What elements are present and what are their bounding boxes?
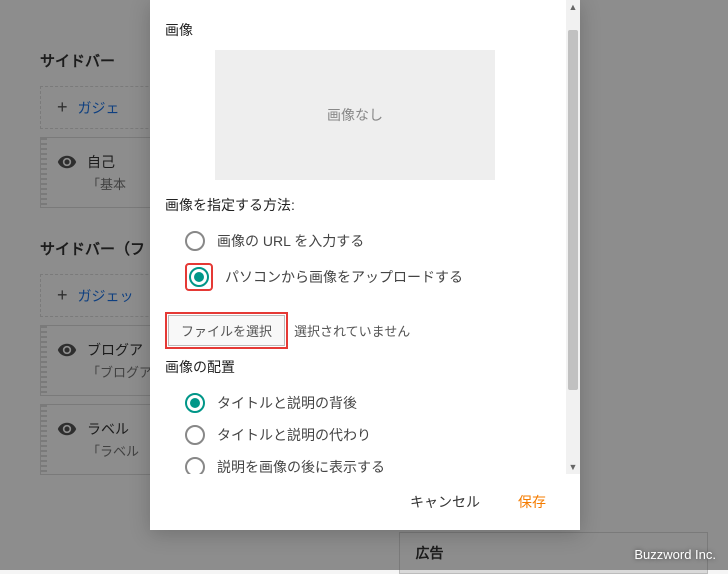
radio-icon [185, 425, 205, 445]
scroll-down-icon[interactable]: ▼ [568, 460, 578, 474]
placement-option-instead[interactable]: タイトルと説明の代わり [185, 419, 550, 451]
image-config-modal: 画像 画像なし 画像を指定する方法: 画像の URL を入力する パソコンから画… [150, 0, 580, 530]
watermark: Buzzword Inc. [634, 547, 716, 562]
choose-file-button[interactable]: ファイルを選択 [168, 315, 285, 346]
scrollbar-thumb[interactable] [568, 30, 578, 390]
radio-label: 説明を画像の後に表示する [217, 457, 385, 474]
image-label: 画像 [165, 20, 550, 40]
placement-option-behind[interactable]: タイトルと説明の背後 [185, 387, 550, 419]
modal-footer: キャンセル 保存 [150, 474, 580, 530]
radio-icon [185, 457, 205, 474]
method-label: 画像を指定する方法: [165, 195, 550, 215]
scroll-up-icon[interactable]: ▲ [568, 0, 578, 14]
radio-label: パソコンから画像をアップロードする [225, 267, 463, 287]
placement-label: 画像の配置 [165, 357, 550, 377]
radio-label: タイトルと説明の背後 [217, 393, 357, 413]
radio-label: 画像の URL を入力する [217, 231, 364, 251]
file-status-text: 選択されていません [294, 321, 410, 340]
save-button[interactable]: 保存 [514, 486, 550, 518]
image-placeholder-text: 画像なし [327, 105, 383, 125]
modal-body: 画像 画像なし 画像を指定する方法: 画像の URL を入力する パソコンから画… [150, 0, 580, 474]
image-placeholder: 画像なし [215, 50, 495, 180]
radio-icon [189, 267, 209, 287]
highlight-marker [185, 263, 213, 291]
method-option-url[interactable]: 画像の URL を入力する [185, 225, 550, 257]
radio-icon [185, 231, 205, 251]
method-radio-group: 画像の URL を入力する パソコンから画像をアップロードする [185, 225, 550, 297]
highlight-marker: ファイルを選択 [165, 312, 288, 349]
cancel-button[interactable]: キャンセル [406, 486, 484, 518]
file-select-row: ファイルを選択 選択されていません [165, 312, 550, 349]
placement-radio-group: タイトルと説明の背後 タイトルと説明の代わり 説明を画像の後に表示する [185, 387, 550, 474]
scrollbar[interactable]: ▲ ▼ [566, 0, 580, 474]
method-option-upload[interactable]: パソコンから画像をアップロードする [185, 257, 550, 297]
placement-option-after[interactable]: 説明を画像の後に表示する [185, 451, 550, 474]
radio-label: タイトルと説明の代わり [217, 425, 371, 445]
radio-icon [185, 393, 205, 413]
